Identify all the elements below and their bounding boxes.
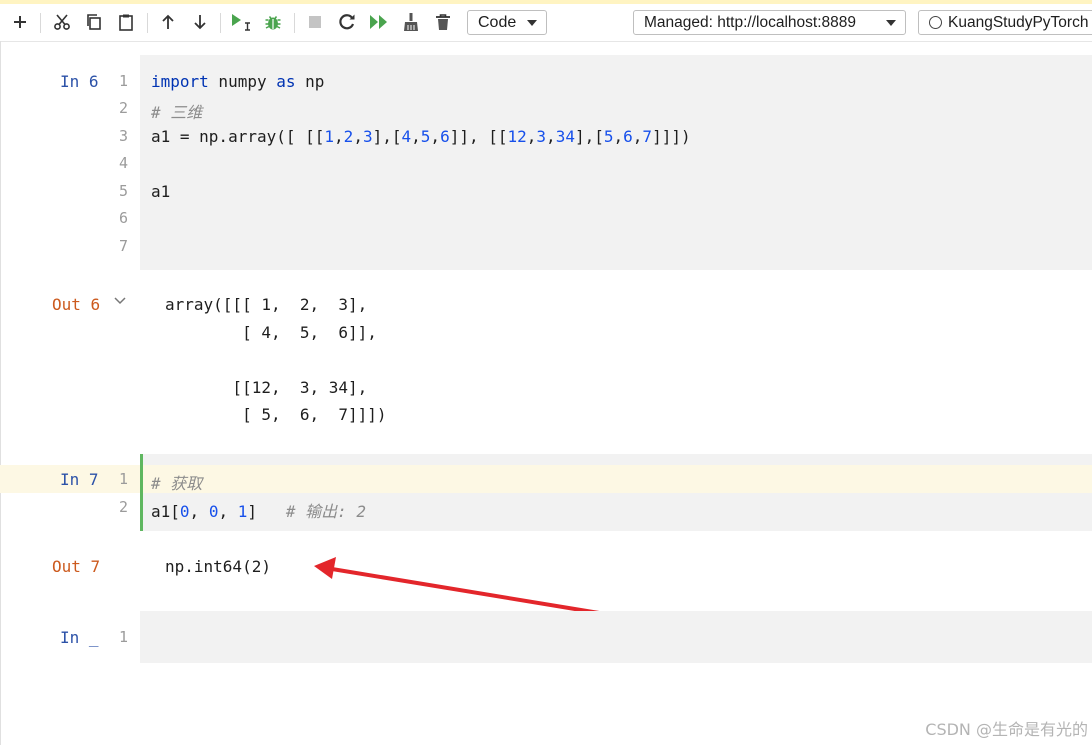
cell-prompt-in: In _	[60, 628, 99, 647]
watermark: CSDN @生命是有光的	[925, 720, 1088, 739]
line-number: 1	[118, 628, 128, 646]
code-cell-background[interactable]	[140, 611, 1092, 663]
